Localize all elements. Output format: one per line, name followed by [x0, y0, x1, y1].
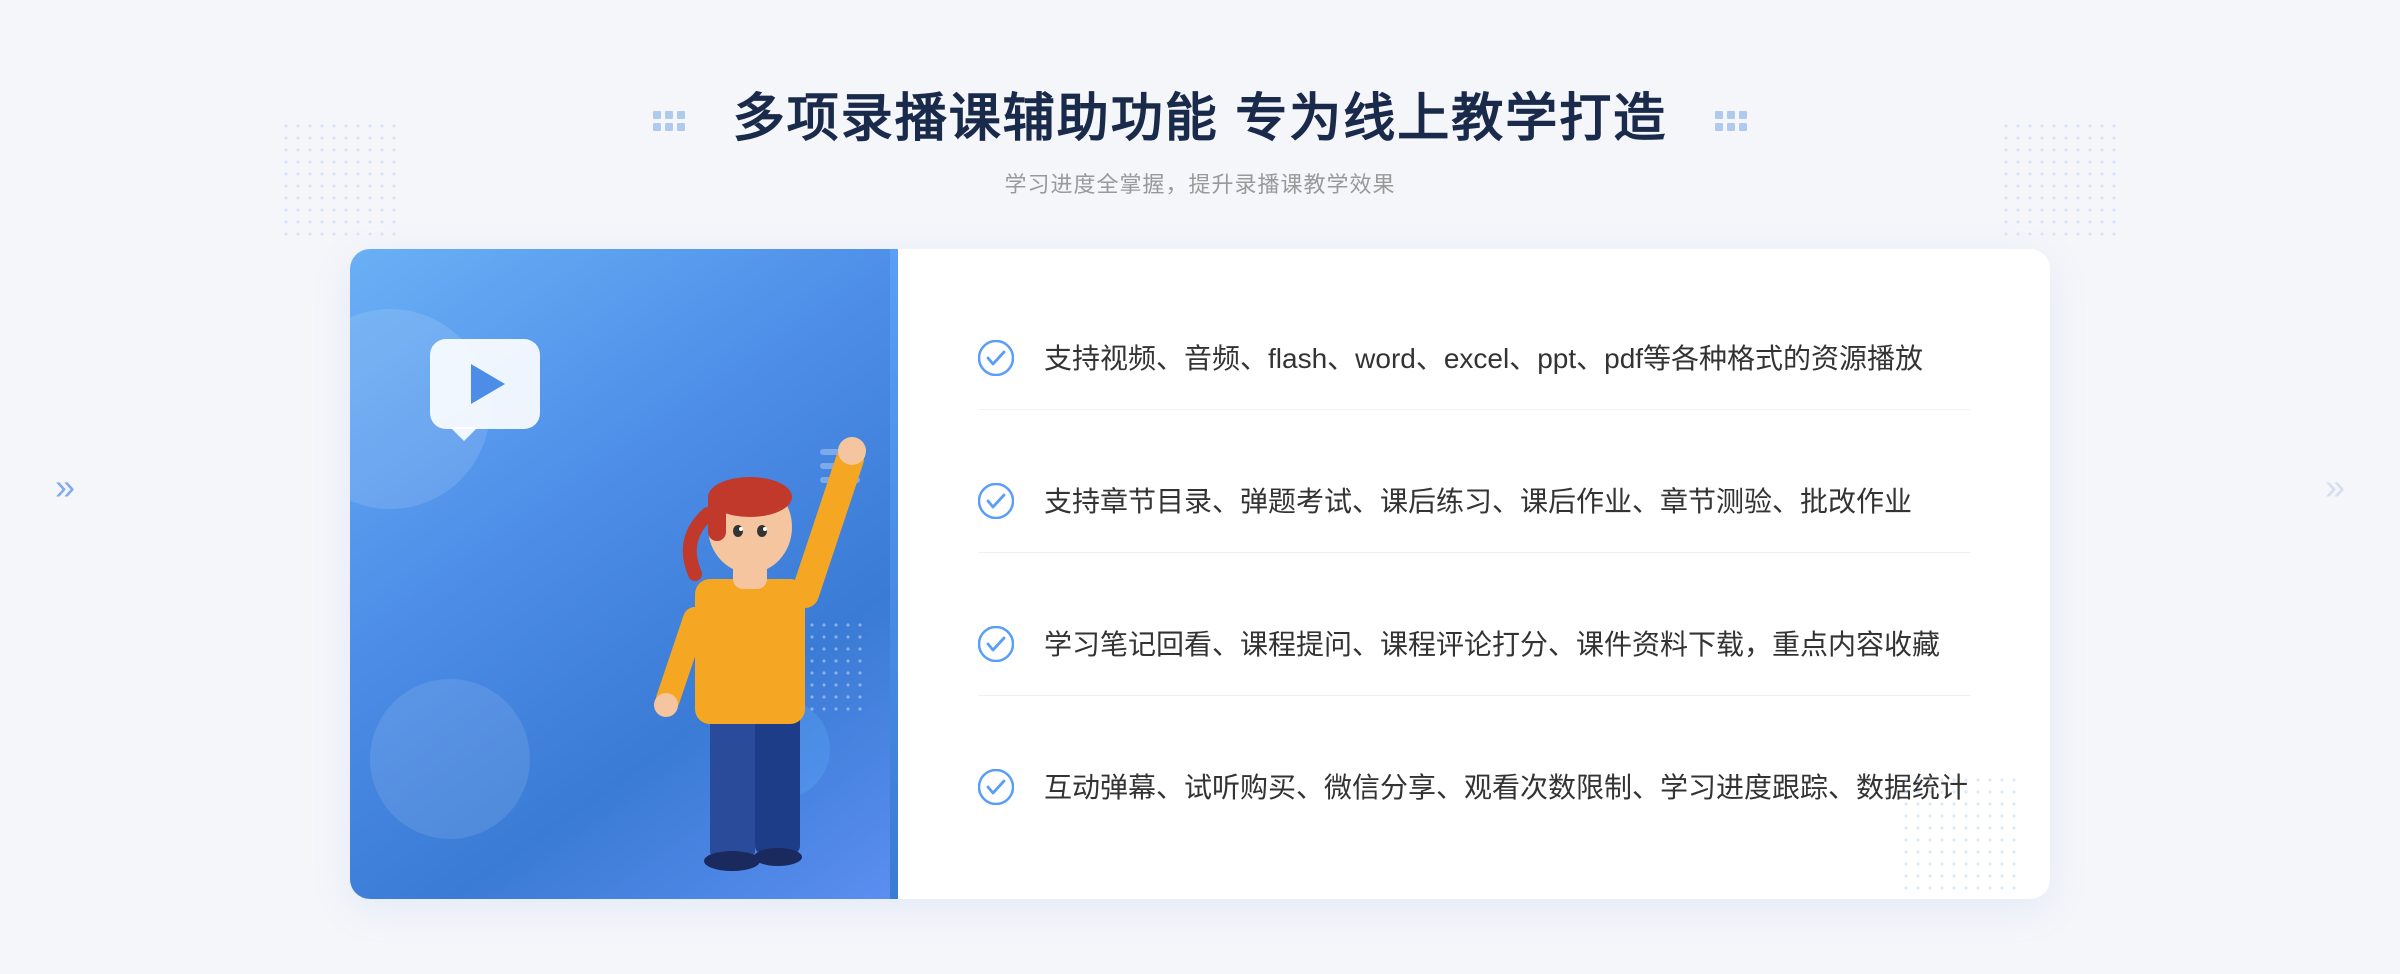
features-area: 支持视频、音频、flash、word、excel、ppt、pdf等各种格式的资源… — [898, 249, 2050, 899]
check-icon-2 — [978, 483, 1014, 519]
play-triangle-icon — [471, 364, 505, 404]
decorative-dots-top-right — [2000, 120, 2120, 240]
page-title: 多项录播课辅助功能 专为线上教学打造 — [733, 76, 1667, 151]
check-icon-4 — [978, 769, 1014, 805]
content-card: 支持视频、音频、flash、word、excel、ppt、pdf等各种格式的资源… — [350, 249, 2050, 899]
illustration-area — [350, 249, 890, 899]
arrow-left-icon: » — [55, 466, 75, 508]
feature-item-2: 支持章节目录、弹题考试、课后练习、课后作业、章节测验、批改作业 — [978, 452, 1970, 554]
feature-text-2: 支持章节目录、弹题考试、课后练习、课后作业、章节测验、批改作业 — [1044, 480, 1912, 525]
decorative-dots-top-left — [280, 120, 400, 240]
feature-item-4: 互动弹幕、试听购买、微信分享、观看次数限制、学习进度跟踪、数据统计 — [978, 738, 1970, 839]
header-dots-right — [1715, 111, 1747, 131]
page-subtitle: 学习进度全掌握，提升录播课教学效果 — [733, 167, 1667, 199]
header-dots-left — [653, 111, 685, 131]
blue-accent-bar — [890, 249, 898, 899]
feature-item-1: 支持视频、音频、flash、word、excel、ppt、pdf等各种格式的资源… — [978, 309, 1970, 411]
person-illustration — [580, 379, 890, 899]
feature-text-4: 互动弹幕、试听购买、微信分享、观看次数限制、学习进度跟踪、数据统计 — [1044, 766, 1968, 811]
check-icon-1 — [978, 340, 1014, 376]
feature-text-3: 学习笔记回看、课程提问、课程评论打分、课件资料下载，重点内容收藏 — [1044, 623, 1940, 668]
decorative-dots-bottom-right — [1900, 774, 2020, 894]
arrow-right-icon: » — [2325, 466, 2345, 508]
header-section: 多项录播课辅助功能 专为线上教学打造 学习进度全掌握，提升录播课教学效果 — [733, 76, 1667, 199]
illus-circle-2 — [370, 679, 530, 839]
check-icon-3 — [978, 626, 1014, 662]
feature-item-3: 学习笔记回看、课程提问、课程评论打分、课件资料下载，重点内容收藏 — [978, 595, 1970, 697]
feature-text-1: 支持视频、音频、flash、word、excel、ppt、pdf等各种格式的资源… — [1044, 337, 1923, 382]
play-bubble — [430, 339, 540, 429]
